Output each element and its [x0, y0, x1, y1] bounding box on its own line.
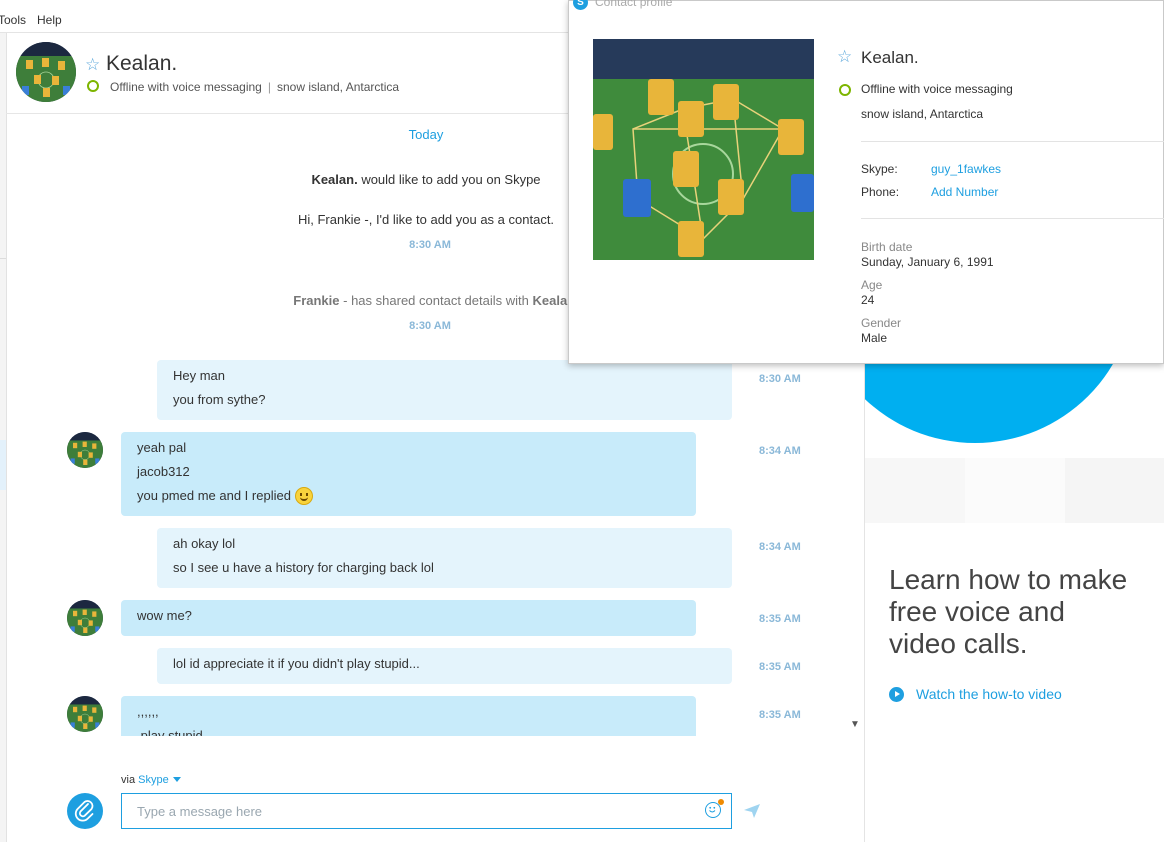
via-service[interactable]: Skype	[138, 774, 169, 786]
send-button[interactable]	[743, 803, 761, 819]
message-line: yeah pal	[137, 440, 187, 455]
shared-text: - has shared contact details with	[343, 293, 529, 308]
message-bubble-incoming[interactable]: yeah pal jacob312 you pmed me and I repl…	[121, 432, 696, 516]
watch-video-link[interactable]: Watch the how-to video	[889, 686, 1062, 702]
skype-name-link[interactable]: guy_1fawkes	[931, 162, 1001, 176]
menu-tools[interactable]: Tools	[0, 13, 26, 27]
message-time: 8:35 AM	[759, 661, 801, 673]
age-label: Age	[861, 278, 883, 292]
message-time: 8:30 AM	[759, 373, 801, 385]
via-label: via	[121, 774, 136, 786]
message-time: 8:35 AM	[759, 613, 801, 625]
notification-dot	[718, 799, 724, 805]
profile-status: Offline with voice messaging	[861, 82, 1013, 96]
add-number-link[interactable]: Add Number	[931, 185, 998, 199]
request-text: would like to add you on Skype	[361, 172, 541, 187]
smiley-icon	[709, 806, 716, 813]
contact-profile-window: S Contact profile ☆ Kealan. Offline with…	[568, 0, 1164, 364]
message-bubble-incoming[interactable]: ,,,,,, ,play stupid	[121, 696, 696, 736]
paperclip-icon	[74, 800, 94, 822]
request-contact-name: Kealan.	[311, 172, 358, 187]
age-value: 24	[861, 293, 875, 307]
profile-divider	[861, 141, 1164, 142]
shared-sender: Frankie	[293, 293, 340, 308]
status-offline-icon	[87, 80, 99, 92]
contact-avatar[interactable]	[16, 42, 76, 102]
message-line: ,play stupid	[137, 728, 203, 736]
message-line: jacob312	[137, 464, 190, 479]
message-bubble-outgoing[interactable]: ah okay lol so I see u have a history fo…	[157, 528, 732, 588]
smiley-emoticon-icon	[294, 487, 313, 505]
favorite-star-icon[interactable]: ☆	[85, 56, 100, 73]
profile-divider	[861, 218, 1164, 219]
sender-avatar[interactable]	[67, 600, 103, 636]
sender-avatar[interactable]	[67, 696, 103, 732]
sender-avatar[interactable]	[67, 432, 103, 468]
watch-video-label: Watch the how-to video	[916, 686, 1062, 702]
favorite-star-icon[interactable]: ☆	[837, 48, 852, 65]
phone-label: Phone:	[861, 185, 900, 199]
contact-status-line: Offline with voice messaging | snow island…	[110, 80, 399, 94]
via-selector[interactable]: via Skype	[121, 774, 181, 786]
scroll-down-arrow-icon[interactable]: ▼	[848, 719, 862, 737]
profile-location: snow island, Antarctica	[861, 107, 984, 121]
message-time: 8:35 AM	[759, 709, 801, 721]
gender-label: Gender	[861, 316, 902, 330]
message-line: lol id appreciate it if you didn't play …	[173, 656, 420, 671]
profile-photo	[593, 39, 814, 260]
message-line: you from sythe?	[173, 392, 266, 407]
birth-date-label: Birth date	[861, 240, 913, 254]
message-bubble-outgoing[interactable]: lol id appreciate it if you didn't play …	[157, 648, 732, 684]
skype-label: Skype:	[861, 162, 898, 176]
message-line: ,,,,,,	[137, 704, 159, 719]
play-icon	[889, 687, 904, 702]
message-line: ah okay lol	[173, 536, 236, 551]
message-input[interactable]	[121, 793, 732, 829]
emoticon-picker-button[interactable]	[705, 799, 724, 818]
promo-line: Learn how to make	[889, 564, 1128, 595]
status-offline-icon	[839, 84, 851, 96]
promo-line: free voice and	[889, 596, 1065, 627]
promo-line: video calls.	[889, 628, 1028, 659]
message-time: 8:34 AM	[759, 445, 801, 457]
message-line: wow me?	[137, 608, 192, 623]
contact-location: snow island, Antarctica	[276, 80, 400, 94]
contact-name: Kealan.	[106, 52, 178, 75]
message-time: 8:34 AM	[759, 541, 801, 553]
promo-headline: Learn how to make free voice and video c…	[889, 564, 1159, 660]
birth-date-value: Sunday, January 6, 1991	[861, 255, 994, 269]
message-bubble-incoming[interactable]: wow me?	[121, 600, 696, 636]
status-separator: |	[267, 80, 271, 94]
profile-window-title: Contact profile	[595, 0, 673, 9]
chevron-down-icon[interactable]	[172, 777, 181, 782]
contact-status: Offline with voice messaging	[110, 80, 262, 94]
send-arrow-icon	[744, 804, 760, 818]
profile-name: Kealan.	[861, 48, 919, 67]
attach-button[interactable]	[67, 793, 103, 829]
message-bubble-outgoing[interactable]: Hey man you from sythe?	[157, 360, 732, 420]
skype-logo-icon: S	[573, 0, 588, 10]
gender-value: Male	[861, 331, 888, 345]
menu-help[interactable]: Help	[37, 13, 62, 27]
message-line: so I see u have a history for charging b…	[173, 560, 434, 575]
message-line-with-emoticon: you pmed me and I replied	[137, 486, 680, 510]
message-text: you pmed me and I replied	[137, 488, 291, 503]
message-line: Hey man	[173, 368, 226, 383]
